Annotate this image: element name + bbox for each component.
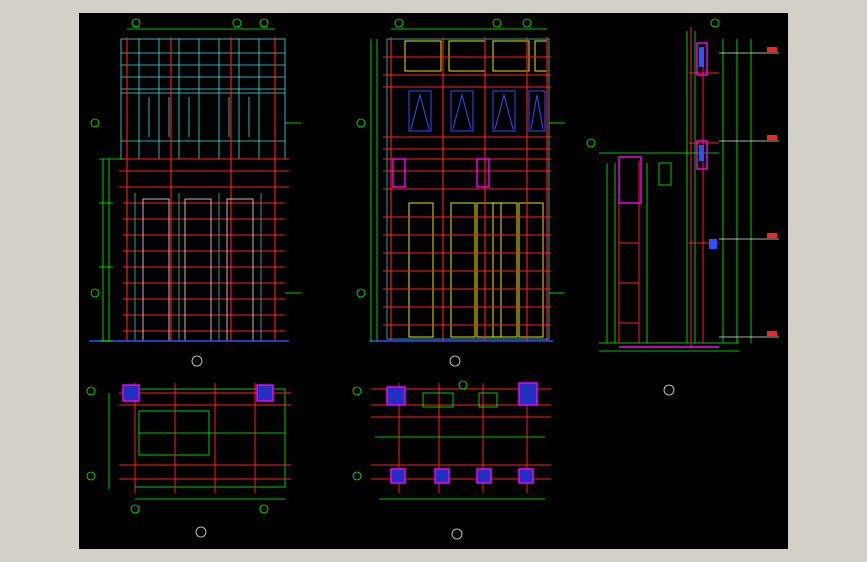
operable-windows — [408, 90, 546, 132]
cad-drawing — [86, 18, 779, 540]
dimension-lines — [99, 28, 301, 342]
plan-view-2[interactable] — [352, 380, 551, 540]
section-mark-icon — [449, 355, 461, 367]
anchor-fixings — [699, 47, 717, 249]
axis-bubble-icon — [90, 288, 100, 298]
axis-bubble-icon — [710, 18, 720, 28]
axis-bubble-icon — [131, 18, 141, 28]
section-details — [618, 42, 719, 348]
section-mark-icon — [451, 528, 463, 540]
structure-lines — [119, 37, 289, 341]
axis-bubble-icon — [259, 18, 269, 28]
axis-bubble-icon — [352, 386, 362, 396]
curtain-wall-grid — [120, 38, 286, 160]
axis-bubble-icon — [356, 288, 366, 298]
section-mark-icon — [195, 526, 207, 538]
level-marker-icon — [767, 47, 777, 336]
plan-view-1[interactable] — [86, 383, 291, 538]
column-details — [392, 158, 490, 188]
axis-bubble-icon — [86, 471, 96, 481]
axis-bubble-icon — [86, 386, 96, 396]
axis-bubble-icon — [458, 380, 468, 390]
wall-section-view[interactable] — [586, 18, 779, 396]
elevation-view-1[interactable] — [89, 18, 301, 367]
axis-bubble-icon — [352, 471, 362, 481]
structure-lines — [383, 37, 551, 341]
cad-drawing-viewport[interactable] — [79, 13, 788, 549]
axis-bubble-icon — [356, 118, 366, 128]
axis-bubble-icon — [130, 504, 140, 514]
axis-bubble-icon — [259, 504, 269, 514]
column-outlines — [142, 198, 254, 342]
plan-columns — [386, 382, 538, 484]
dimension-lines — [370, 28, 565, 341]
level-markers — [719, 52, 779, 338]
axis-bubble-icon — [90, 118, 100, 128]
section-lines — [599, 31, 752, 352]
axis-bubble-icon — [586, 138, 596, 148]
axis-bubble-icon — [232, 18, 242, 28]
axis-bubble-icon — [522, 18, 532, 28]
axis-bubble-icon — [394, 18, 404, 28]
section-mark-icon — [191, 355, 203, 367]
section-mark-icon — [663, 384, 675, 396]
elevation-view-2[interactable] — [356, 18, 565, 367]
axis-bubble-icon — [492, 18, 502, 28]
